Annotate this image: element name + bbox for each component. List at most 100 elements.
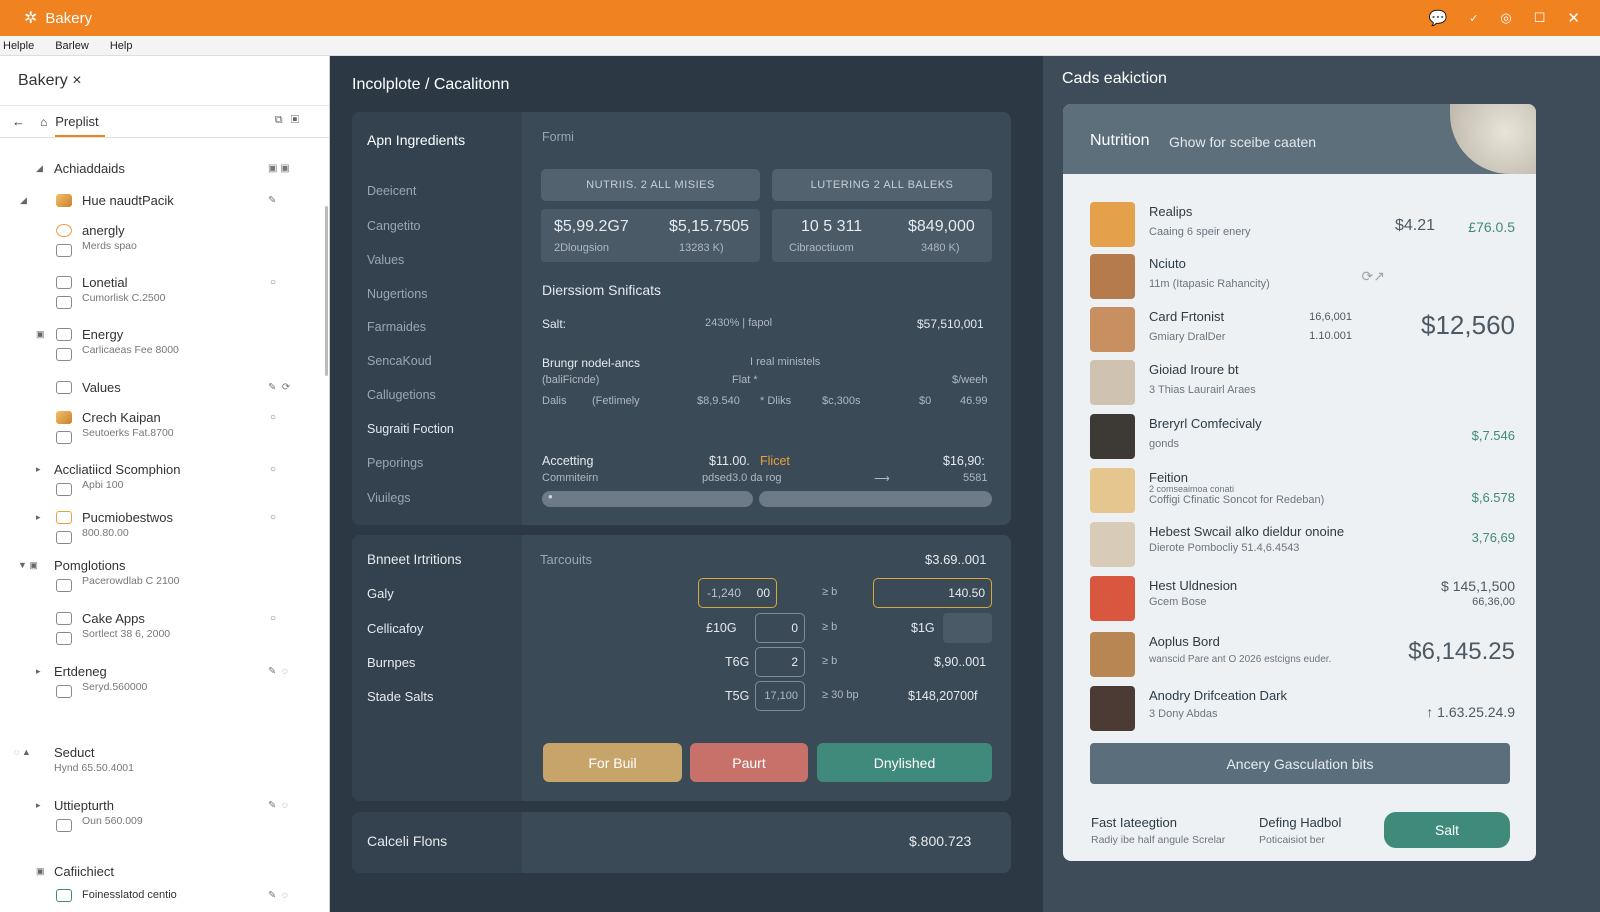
dot-icon[interactable]: ○: [270, 464, 276, 475]
tree-row[interactable]: Foinesslatod centio ✎ ◌: [0, 883, 320, 907]
menu-item-barlew[interactable]: Barlew: [55, 40, 89, 52]
caret-icon[interactable]: ▼ ▣: [18, 560, 38, 571]
tree-row[interactable]: ▸ Ertdeneg Seryd.560000 ✎ ◌: [0, 659, 320, 698]
salt-button[interactable]: Salt: [1384, 812, 1510, 848]
close-icon[interactable]: ✕: [1567, 9, 1580, 27]
tree-row[interactable]: ▸ Uttiepturth Oun 560.009 ✎ ◌: [0, 793, 320, 832]
part-button[interactable]: Paurt: [690, 743, 808, 782]
tree-row[interactable]: ▸ Pucmiobestwos 800.80.00 ○: [0, 505, 320, 544]
side-item[interactable]: Values: [367, 253, 404, 267]
list-item[interactable]: Hebest Swcail alko dieldur onoine Dierot…: [1090, 520, 1515, 570]
list-item[interactable]: Aoplus Bord wanscid Pare ant O 2026 estc…: [1090, 630, 1515, 680]
calc-box[interactable]: [943, 613, 992, 643]
side-item[interactable]: Farmaides: [367, 320, 426, 334]
chat-icon[interactable]: 💬: [1429, 9, 1448, 27]
tree-row[interactable]: Crech Kaipan Seutoerks Fat.8700 ○: [0, 405, 320, 444]
list-item[interactable]: Card Frtonist Gmiary DralDer 16,6,001 1.…: [1090, 305, 1515, 355]
refresh-icon[interactable]: ⟳↗: [1362, 268, 1385, 285]
tab-preplist[interactable]: Preplist: [55, 114, 105, 137]
tree-row[interactable]: anergly Merds spao: [0, 218, 320, 257]
for-build-button[interactable]: For Buil: [543, 743, 682, 782]
side-item-active[interactable]: Sugraiti Foction: [367, 422, 454, 436]
galy-result-input[interactable]: 140.50: [873, 578, 992, 608]
refresh-icon[interactable]: ✎ ⟳: [268, 382, 290, 393]
caret-icon[interactable]: ▸: [36, 464, 41, 475]
tree-row[interactable]: Cake Apps Sortlect 38 6, 2000 ○: [0, 606, 320, 645]
list-item[interactable]: Realips Caaing 6 speir enery $4.21 £76.0…: [1090, 200, 1515, 250]
burnpes-input[interactable]: 2: [755, 647, 805, 677]
tree-row[interactable]: ◢ Achiaddaids ▣ ▣: [0, 156, 320, 180]
copy-icon[interactable]: ▣ ▣: [268, 163, 290, 174]
list-item[interactable]: Anodry Drifceation Dark 3 Dony Abdas ↑ 1…: [1090, 684, 1515, 734]
side-item[interactable]: Cangetito: [367, 219, 421, 233]
nutrition-card: Nutrition Ghow for sceibe caaten Realips…: [1063, 104, 1536, 861]
cake-icon[interactable]: ◎: [1500, 10, 1511, 26]
committee-label: Commiteirn: [542, 472, 599, 484]
tree-row[interactable]: ▣ Energy Carlicaeas Fee 8000: [0, 322, 320, 361]
filtering-button[interactable]: LUTERING 2 ALL BALEKS: [772, 169, 992, 201]
nutrition-card-header: Nutrition Ghow for sceibe caaten: [1063, 104, 1536, 174]
caret-icon[interactable]: ◢: [36, 163, 43, 174]
square-icon[interactable]: ▣: [36, 329, 45, 340]
tree-row[interactable]: Values ✎ ⟳: [0, 375, 320, 399]
tree-row[interactable]: Lonetial Cumorlisk C.2500 ○: [0, 270, 320, 309]
side-item[interactable]: Peporings: [367, 456, 423, 470]
toolbar-icons[interactable]: ⧉▣: [275, 114, 307, 127]
caret-icon[interactable]: ◢: [20, 195, 27, 206]
chat-icon[interactable]: ✎ ◌: [268, 800, 288, 811]
dot-icon[interactable]: ○: [270, 277, 276, 288]
breakdown-cell: (Fetlimely: [592, 395, 640, 407]
breakdown-cell: Dalis: [542, 395, 567, 407]
accepting-flag[interactable]: Flicet: [760, 454, 790, 468]
list-item[interactable]: Gioiad Iroure bt 3 Thias Laurairl Araes: [1090, 358, 1515, 408]
caret-icon[interactable]: ▸: [36, 666, 41, 677]
list-item[interactable]: Hest Uldnesion Gcem Bose $ 145,1,500 66,…: [1090, 574, 1515, 624]
back-arrow-icon[interactable]: ←: [12, 114, 28, 129]
list-item[interactable]: Breryrl Comfecivaly gonds $,7.546: [1090, 412, 1515, 462]
stade-salts-input[interactable]: 17,100: [755, 681, 805, 711]
square-icon[interactable]: ▣: [36, 866, 45, 877]
list-item[interactable]: Nciuto 11m (Itapasic Rahancity) ⟳↗: [1090, 252, 1515, 302]
maximize-icon[interactable]: ☐: [1534, 10, 1546, 26]
side-item[interactable]: Callugetions: [367, 388, 436, 402]
caret-icon[interactable]: ▸: [36, 800, 41, 811]
nutrition-filter-button[interactable]: NUTRIIS. 2 ALL MISIES: [541, 169, 760, 201]
unit-label: ≥ 30 bp: [822, 689, 859, 701]
minimize-icon[interactable]: ✓: [1469, 12, 1478, 25]
side-item[interactable]: Nugertions: [367, 287, 427, 301]
tree-row[interactable]: ◌ ▲ Seduct Hynd 65.50.4001: [0, 740, 320, 775]
published-button[interactable]: Dnylished: [817, 743, 992, 782]
tree-row[interactable]: ▣ Cafiichiect: [0, 859, 320, 883]
caret-icon[interactable]: ▸: [36, 512, 41, 523]
galy-input[interactable]: -1,240 00: [698, 578, 777, 608]
breakdown-sub: (baliFicnde): [542, 374, 600, 386]
dot-icon[interactable]: ○: [270, 613, 276, 624]
menu-item-helple[interactable]: Helple: [3, 40, 34, 52]
box-icon: [56, 483, 72, 496]
edit-icon[interactable]: ✎: [268, 195, 276, 206]
box-icon: [56, 579, 72, 592]
window-icon: [56, 380, 72, 394]
sidebar-scrollbar[interactable]: [325, 206, 328, 376]
edit-icon[interactable]: ✎ ◌: [268, 890, 288, 901]
menu-item-help[interactable]: Help: [110, 40, 133, 52]
tree-row[interactable]: ▼ ▣ Pomglotions Pacerowdlab C 2100: [0, 553, 320, 592]
row-label: Galy: [367, 586, 394, 601]
list-item[interactable]: Feition 2 comseaimoa conati Coffigi Cfin…: [1090, 466, 1515, 516]
progress-handle[interactable]: ●: [548, 492, 553, 501]
calory-input[interactable]: 0: [755, 613, 805, 643]
salt-detail: 2430% | fapol: [705, 317, 773, 329]
side-item[interactable]: Viuilegs: [367, 491, 411, 505]
dot-icon[interactable]: ○: [270, 512, 276, 523]
title-bar: ✲ Bakery 💬 ✓ ◎ ☐ ✕: [0, 0, 1600, 36]
tree-row[interactable]: ◢ Hue naudtPacik ✎: [0, 188, 320, 212]
side-item[interactable]: Deeicent: [367, 184, 416, 198]
caret-icon[interactable]: ◌ ▲: [14, 747, 31, 757]
side-item[interactable]: SencaKoud: [367, 354, 432, 368]
dot-icon[interactable]: ○: [270, 412, 276, 423]
sidebar-title[interactable]: Bakery ×: [0, 56, 329, 106]
tray-icon: [56, 888, 72, 902]
tree-row[interactable]: ▸ Accliatiicd Scomphion Apbi 100 ○: [0, 457, 320, 496]
chat-icon[interactable]: ✎ ◌: [268, 666, 288, 677]
calculation-bits-button[interactable]: Ancery Gasculation bits: [1090, 743, 1510, 784]
